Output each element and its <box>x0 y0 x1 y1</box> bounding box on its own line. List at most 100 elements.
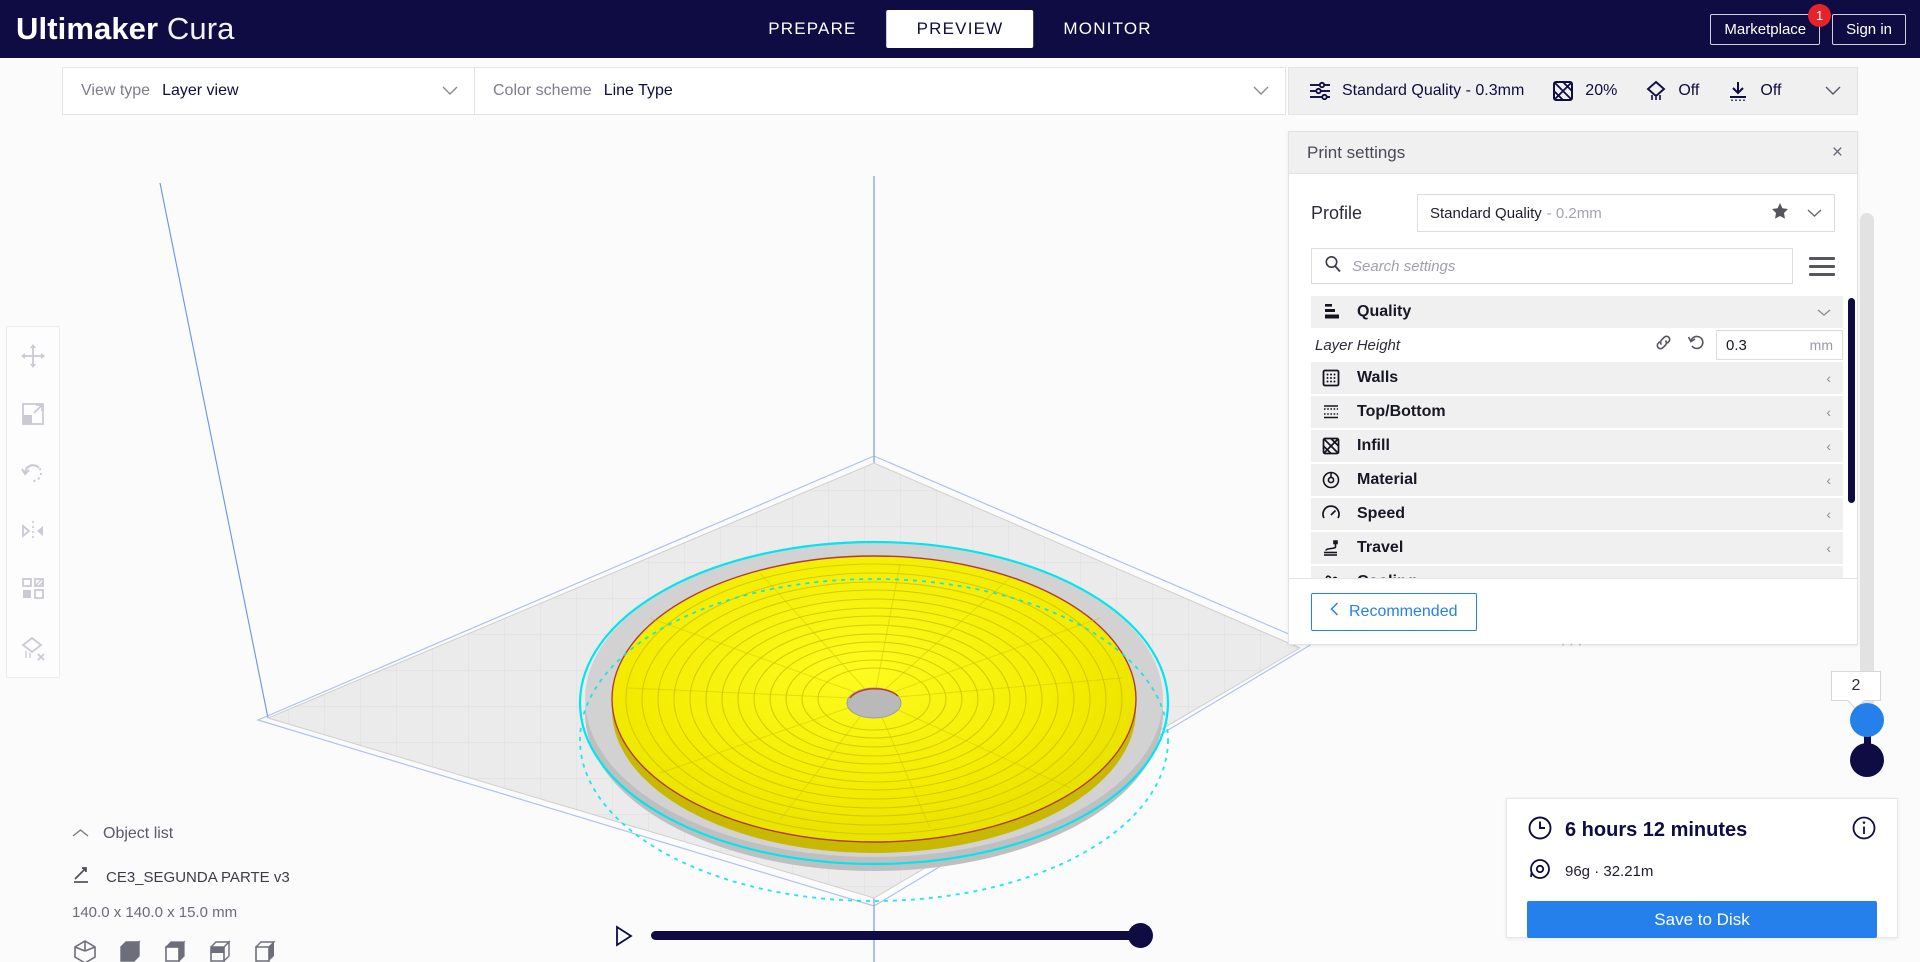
layer-path-scrubber <box>615 922 1153 948</box>
layer-height-input[interactable]: 0.3 mm <box>1716 330 1843 360</box>
revert-icon[interactable] <box>1687 333 1706 357</box>
object-list-item[interactable]: CE3_SEGUNDA PARTE v3 <box>72 865 290 890</box>
support-blocker-button[interactable] <box>11 623 55 673</box>
print-job-information-card: 6 hours 12 minutes 96g · 32.21m Save to … <box>1506 798 1898 938</box>
close-icon[interactable]: × <box>1832 143 1843 162</box>
summary-profile[interactable]: Standard Quality - 0.3mm <box>1307 78 1524 104</box>
info-icon[interactable] <box>1851 815 1877 846</box>
summary-profile-text: Standard Quality - 0.3mm <box>1342 82 1525 99</box>
setting-action-icons <box>1654 333 1706 357</box>
panel-resize-grip[interactable]: ··· <box>1561 636 1586 654</box>
settings-scrollbar[interactable] <box>1848 298 1855 503</box>
infill-icon <box>1550 78 1576 104</box>
main-stage-tabs: PREPARE PREVIEW MONITOR <box>738 10 1182 48</box>
layer-height-value: 0.3 <box>1726 336 1747 354</box>
settings-visibility-menu-icon[interactable] <box>1809 256 1835 276</box>
travel-icon <box>1321 538 1349 558</box>
profile-variant: - 0.2mm <box>1546 204 1602 222</box>
walls-icon <box>1321 368 1349 388</box>
path-slider-track[interactable] <box>651 922 1153 948</box>
tab-monitor[interactable]: MONITOR <box>1033 10 1181 48</box>
settings-category-list[interactable]: Quality Layer Height 0.3 mm Walls ‹ Top/… <box>1289 296 1857 578</box>
settings-category-label: Walls <box>1357 369 1399 386</box>
object-list-toggle[interactable]: Object list <box>72 825 290 843</box>
per-model-settings-button[interactable] <box>11 564 55 614</box>
summary-support[interactable]: Off <box>1643 78 1699 104</box>
view-left-icon[interactable] <box>207 939 233 962</box>
layer-slider-lower-handle[interactable] <box>1850 743 1884 777</box>
print-settings-footer: Recommended ··· <box>1289 578 1857 653</box>
link-icon[interactable] <box>1654 333 1673 357</box>
settings-category-material[interactable]: Material ‹ <box>1311 464 1843 496</box>
setting-layer-height: Layer Height 0.3 mm <box>1311 330 1843 360</box>
sign-in-button[interactable]: Sign in <box>1832 13 1906 45</box>
search-input[interactable] <box>1352 257 1792 275</box>
summary-adhesion-text: Off <box>1760 82 1782 99</box>
layer-height-unit: mm <box>1809 337 1833 353</box>
chevron-down-icon[interactable] <box>1807 206 1822 221</box>
profile-label: Profile <box>1311 202 1363 223</box>
profile-dropdown[interactable]: Standard Quality - 0.2mm <box>1417 194 1835 232</box>
settings-category-quality[interactable]: Quality <box>1311 296 1843 328</box>
chevron-left-icon: ‹ <box>1826 370 1831 386</box>
chevron-down-icon[interactable] <box>1825 84 1841 99</box>
rotate-tool-button[interactable] <box>11 448 55 498</box>
summary-support-text: Off <box>1678 82 1700 99</box>
chevron-left-icon <box>1330 602 1339 621</box>
application-top-bar: Ultimaker Cura PREPARE PREVIEW MONITOR M… <box>0 0 1920 58</box>
print-settings-header: Print settings × <box>1289 132 1857 174</box>
print-setup-selector[interactable]: Standard Quality - 0.3mm 20% Off Off <box>1288 67 1858 115</box>
tab-preview[interactable]: PREVIEW <box>886 10 1034 48</box>
settings-category-label: Material <box>1357 471 1418 488</box>
settings-category-walls[interactable]: Walls ‹ <box>1311 362 1843 394</box>
settings-category-label: Top/Bottom <box>1357 403 1446 420</box>
layer-slider-upper-handle[interactable] <box>1850 703 1884 737</box>
summary-infill[interactable]: 20% <box>1550 78 1617 104</box>
layer-slider[interactable]: 2 <box>1831 213 1884 777</box>
path-slider-handle[interactable] <box>1128 922 1153 948</box>
color-scheme-label: Color scheme <box>493 82 592 99</box>
settings-category-infill[interactable]: Infill ‹ <box>1311 430 1843 462</box>
tab-prepare[interactable]: PREPARE <box>738 10 886 48</box>
object-name: CE3_SEGUNDA PARTE v3 <box>106 869 290 886</box>
chevron-left-icon: ‹ <box>1826 540 1831 556</box>
search-settings-box[interactable] <box>1311 248 1793 284</box>
model-tools-column <box>6 326 60 678</box>
recommended-label: Recommended <box>1349 602 1458 620</box>
chevron-left-icon: ‹ <box>1826 404 1831 420</box>
view-3d-icon[interactable] <box>72 939 98 962</box>
move-tool-button[interactable] <box>11 331 55 381</box>
layer-slider-track[interactable] <box>1860 213 1874 709</box>
view-front-icon[interactable] <box>117 939 143 962</box>
settings-category-label: Quality <box>1357 303 1412 320</box>
summary-adhesion[interactable]: Off <box>1725 78 1781 104</box>
settings-category-speed[interactable]: Speed ‹ <box>1311 498 1843 530</box>
settings-category-travel[interactable]: Travel ‹ <box>1311 532 1843 564</box>
cura-application-window: Ultimaker Cura PREPARE PREVIEW MONITOR M… <box>0 0 1920 962</box>
settings-category-label: Travel <box>1357 539 1404 556</box>
view-top-icon[interactable] <box>162 939 188 962</box>
scale-tool-button[interactable] <box>11 389 55 439</box>
object-list-header: Object list <box>103 825 174 842</box>
marketplace-button[interactable]: Marketplace <box>1710 13 1821 45</box>
view-type-dropdown[interactable]: View type Layer view <box>62 67 474 115</box>
settings-category-label: Infill <box>1357 437 1390 454</box>
app-logo-cura: Cura <box>166 11 235 46</box>
mirror-tool-button[interactable] <box>11 506 55 556</box>
print-duration-value: 6 hours 12 minutes <box>1565 819 1748 841</box>
app-logo-bold: Ultimaker <box>16 11 159 46</box>
marketplace-wrapper: Marketplace 1 <box>1710 3 1832 45</box>
settings-category-cooling[interactable]: Cooling ‹ <box>1311 566 1843 578</box>
view-right-icon[interactable] <box>252 939 278 962</box>
view-type-value: Layer view <box>162 82 239 99</box>
play-simulation-icon[interactable] <box>615 925 633 947</box>
settings-category-label: Cooling <box>1357 573 1417 578</box>
color-scheme-dropdown[interactable]: Color scheme Line Type <box>474 67 1286 115</box>
settings-category-top-bottom[interactable]: Top/Bottom ‹ <box>1311 396 1843 428</box>
recommended-mode-button[interactable]: Recommended <box>1311 592 1477 631</box>
save-to-disk-button[interactable]: Save to Disk <box>1527 901 1877 938</box>
view-orientation-buttons <box>72 939 290 962</box>
chevron-left-icon: ‹ <box>1826 574 1831 578</box>
chevron-down-icon <box>1253 84 1269 99</box>
star-icon[interactable] <box>1771 202 1789 225</box>
